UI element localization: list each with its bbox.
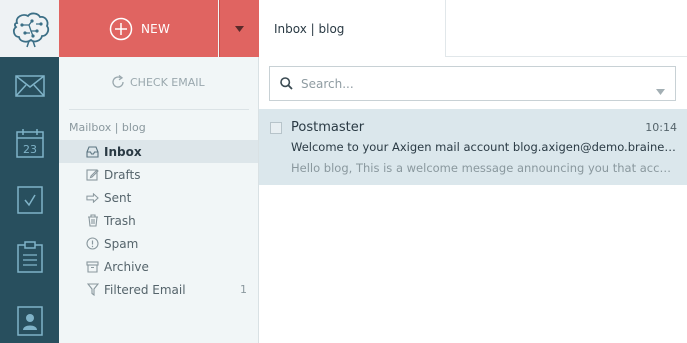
caret-down-icon xyxy=(235,25,244,32)
inbox-icon xyxy=(86,145,99,158)
notes-icon[interactable] xyxy=(0,228,59,286)
tab-label: Inbox | blog xyxy=(274,21,345,36)
mailbox-title: Mailbox | blog xyxy=(69,121,146,134)
tab-bar: Inbox | blog xyxy=(259,0,687,57)
archive-icon xyxy=(86,260,99,273)
folder-inbox[interactable]: Inbox xyxy=(59,140,258,163)
message-row[interactable]: Postmaster 10:14 Welcome to your Axigen … xyxy=(259,109,687,185)
message-subject: Welcome to your Axigen mail account blog… xyxy=(291,140,677,154)
folder-panel: NEW CHECK EMAIL Mailbox | blog Inbox Dra… xyxy=(59,0,259,343)
search-icon xyxy=(280,77,293,90)
message-checkbox[interactable] xyxy=(270,122,282,134)
folder-label: Sent xyxy=(104,190,132,205)
new-dropdown-button[interactable] xyxy=(219,0,259,57)
check-email-button[interactable]: CHECK EMAIL xyxy=(111,75,205,89)
folder-drafts[interactable]: Drafts xyxy=(59,163,258,186)
folder-label: Trash xyxy=(104,213,136,228)
folder-trash[interactable]: Trash xyxy=(59,209,258,232)
search-placeholder: Search... xyxy=(301,76,354,91)
unread-count: 1 xyxy=(240,283,247,296)
folder-label: Archive xyxy=(104,259,149,274)
tab-inbox-blog[interactable]: Inbox | blog xyxy=(259,0,446,57)
search-options-caret-icon[interactable] xyxy=(656,80,665,99)
folder-label: Drafts xyxy=(104,167,141,182)
plus-circle-icon xyxy=(109,17,133,40)
folder-label: Inbox xyxy=(104,144,142,159)
calendar-day: 23 xyxy=(23,143,37,156)
folder-filtered-email[interactable]: Filtered Email 1 xyxy=(59,278,258,301)
folder-label: Spam xyxy=(104,236,139,251)
refresh-icon xyxy=(112,75,124,88)
trash-icon xyxy=(86,214,99,227)
brain-logo-icon[interactable] xyxy=(0,0,59,57)
new-button[interactable]: NEW xyxy=(59,0,218,57)
app-rail: 23 xyxy=(0,0,59,343)
folder-archive[interactable]: Archive xyxy=(59,255,258,278)
filter-icon xyxy=(86,283,99,296)
contacts-icon[interactable] xyxy=(0,292,59,343)
calendar-icon[interactable]: 23 xyxy=(0,114,59,172)
folder-label: Filtered Email xyxy=(104,282,186,297)
message-sender: Postmaster xyxy=(291,120,365,135)
new-button-label: NEW xyxy=(141,21,171,36)
drafts-icon xyxy=(86,168,99,181)
tasks-icon[interactable] xyxy=(0,171,59,229)
message-preview: Hello blog, This is a welcome message an… xyxy=(291,161,677,175)
sent-icon xyxy=(86,191,99,204)
message-time: 10:14 xyxy=(645,121,677,134)
check-email-label: CHECK EMAIL xyxy=(130,75,205,89)
mail-icon[interactable] xyxy=(0,57,59,115)
divider xyxy=(69,109,249,110)
folder-sent[interactable]: Sent xyxy=(59,186,258,209)
search-input[interactable]: Search... xyxy=(269,66,676,101)
spam-icon xyxy=(86,237,99,250)
folder-spam[interactable]: Spam xyxy=(59,232,258,255)
